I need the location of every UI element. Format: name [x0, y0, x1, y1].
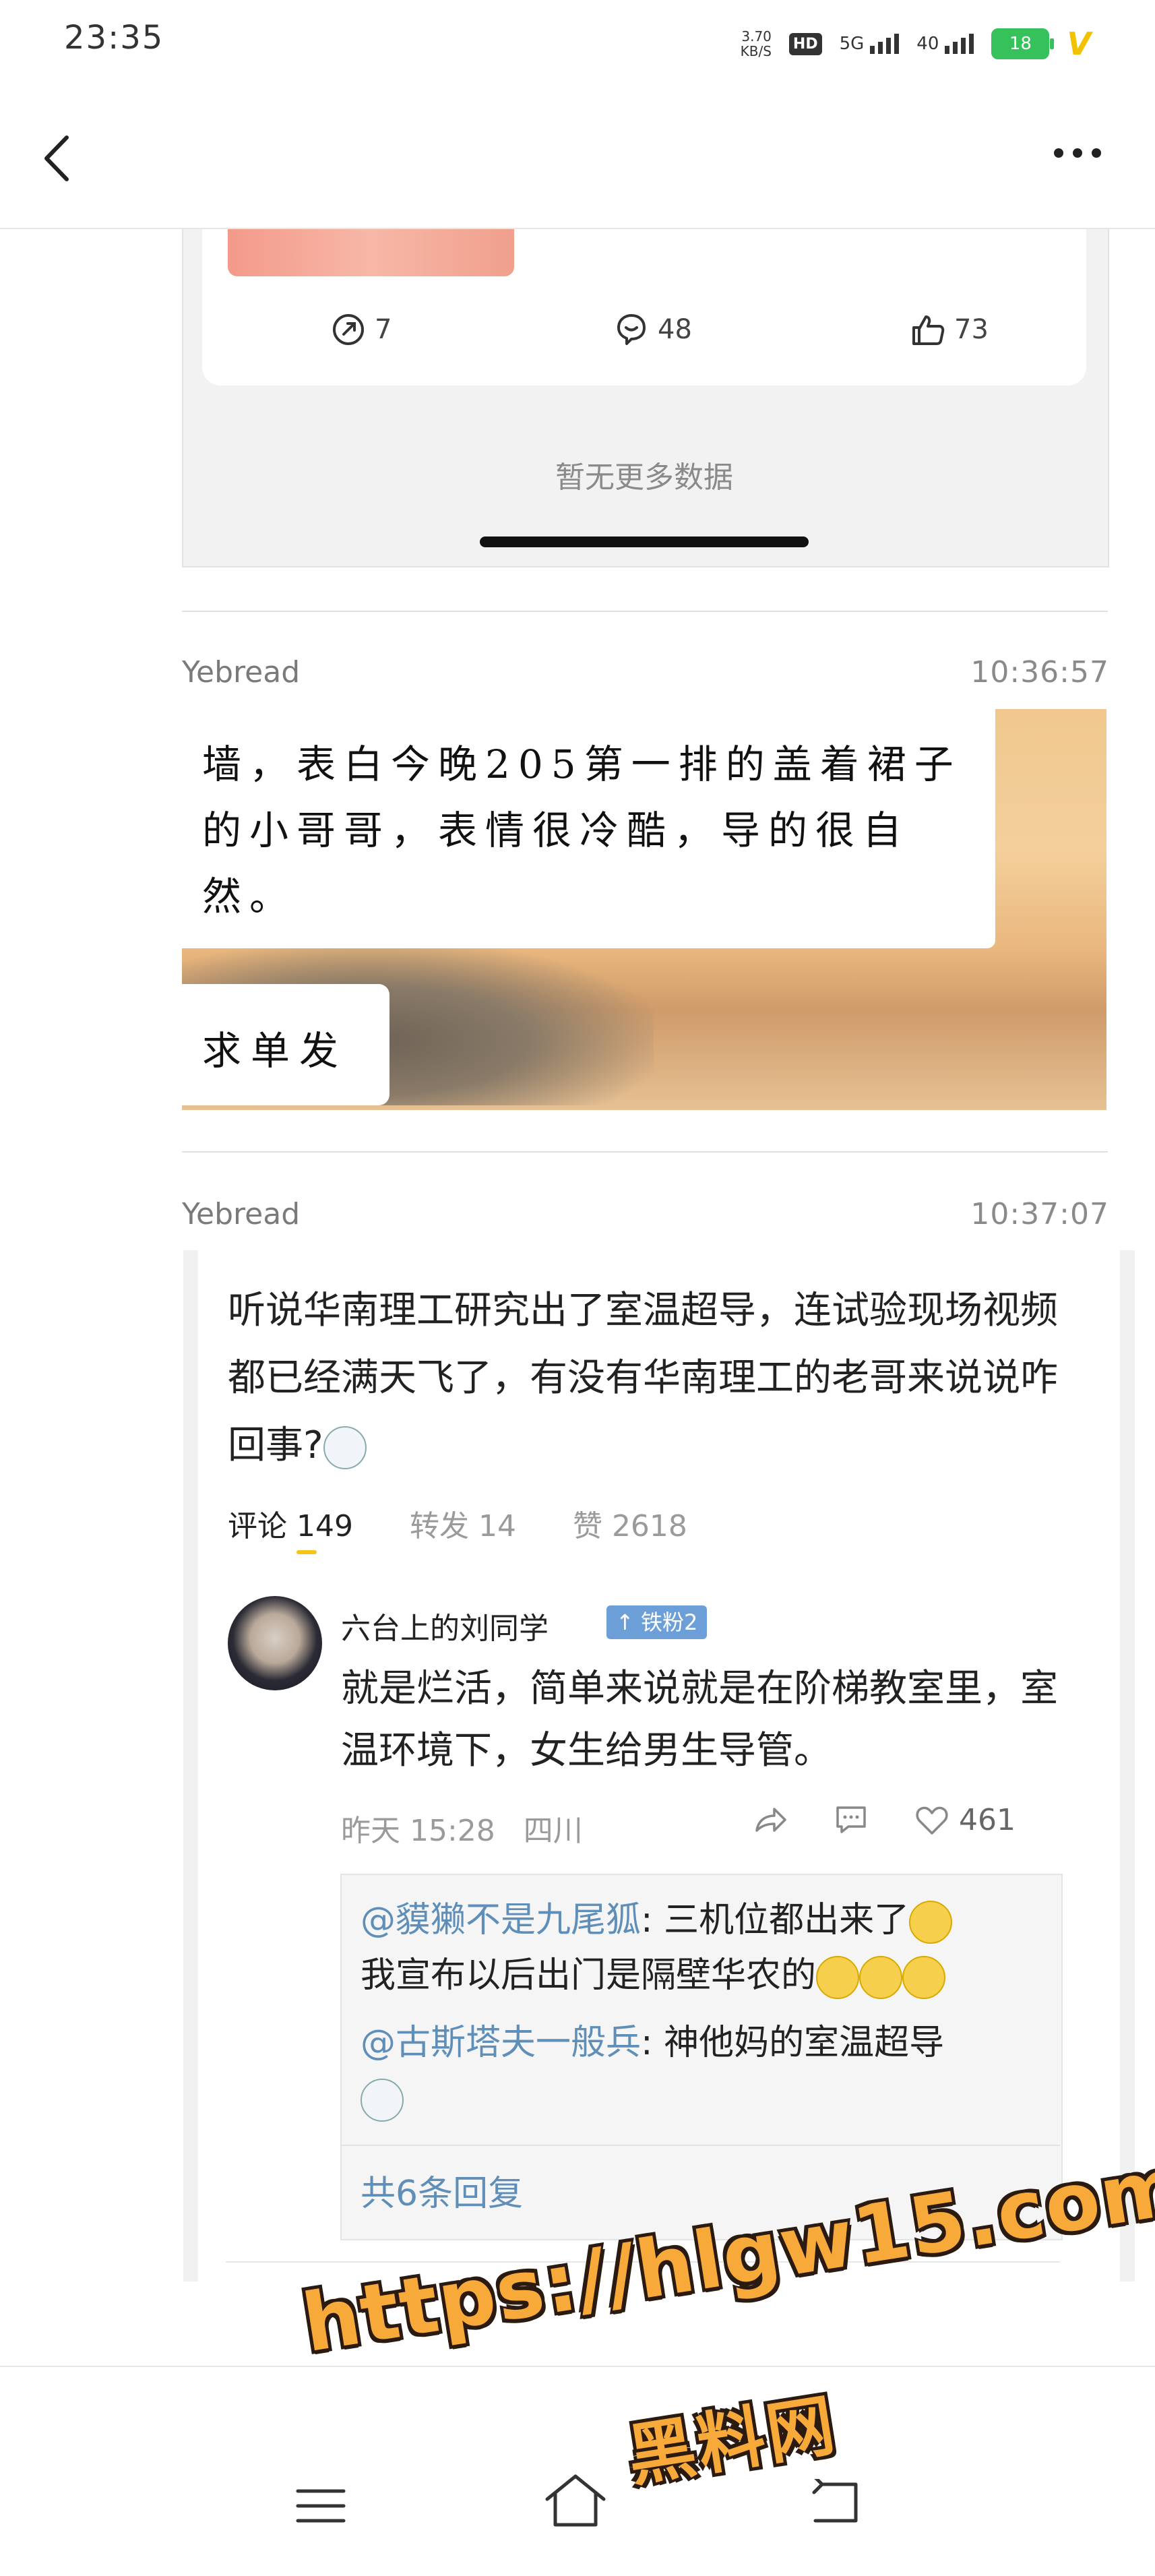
emoji-icon	[323, 1425, 367, 1469]
status-icons: 3.70 KB/S HD 5G 40 18 V	[741, 20, 1091, 67]
signal-4g-icon: 40	[916, 34, 974, 54]
reply-user[interactable]: @貘獭不是九尾狐	[361, 1900, 641, 1940]
arrow-up-icon: ↑	[616, 1609, 641, 1635]
signal-5g-icon: 5G	[840, 34, 900, 54]
v-logo-icon: V	[1067, 26, 1091, 62]
tab-comments[interactable]: 评论 149	[228, 1502, 353, 1545]
home-icon[interactable]	[543, 2472, 608, 2529]
back-arrow-icon[interactable]	[37, 128, 77, 189]
nav-divider	[0, 2366, 1155, 2367]
view-all-replies[interactable]: 共6条回复	[361, 2165, 523, 2215]
post-tabs: 评论 149 转发 14 赞 2618	[228, 1502, 687, 1545]
message-time: 10:37:07	[970, 1197, 1109, 1231]
nav-back-icon[interactable]	[809, 2479, 861, 2526]
cry-emoji-icon	[859, 1956, 903, 1999]
thumbs-up-icon	[912, 315, 945, 345]
status-time: 23:35	[64, 19, 164, 57]
repost-icon	[333, 314, 364, 345]
home-indicator	[480, 536, 809, 547]
comment-text: 就是烂活，简单来说就是在阶梯教室里，室温环境下，女生给男生导管。	[341, 1667, 1058, 1773]
comment-icon	[617, 314, 646, 345]
comment-meta: 昨天 15:28 四川	[341, 1814, 583, 1848]
note-text: 墙，表白今晚205第一排的盖着裙子的小哥哥，表情很冷酷，导的很自然。	[202, 741, 962, 919]
no-more-data-text: 暂无更多数据	[555, 460, 733, 495]
net-speed: 3.70 KB/S	[740, 28, 772, 59]
message-time: 10:36:57	[970, 655, 1109, 689]
more-menu-icon[interactable]	[1054, 148, 1101, 158]
cry-emoji-icon	[909, 1901, 953, 1944]
dog-emoji-icon	[361, 2079, 404, 2122]
tab-underline	[296, 1550, 317, 1554]
feed-thumbnail[interactable]	[228, 229, 514, 276]
like-button[interactable]: 461	[913, 1801, 1016, 1839]
message-divider	[182, 611, 1108, 612]
reply-user[interactable]: @古斯塔夫一般兵	[361, 2023, 641, 2063]
share-icon[interactable]	[751, 1801, 789, 1839]
battery-icon: 18	[991, 28, 1055, 59]
heart-icon	[916, 1806, 948, 1835]
cry-emoji-icon	[816, 1956, 860, 1999]
post-text: 听说华南理工研究出了室温超导，连试验现场视频都已经满天飞了，有没有华南理工的老哥…	[228, 1277, 1070, 1479]
message-sender: Yebread	[182, 655, 301, 689]
comment-user[interactable]: 六台上的刘同学	[341, 1604, 549, 1647]
comment-stat[interactable]: 48	[613, 311, 692, 348]
reply-item: @古斯塔夫一般兵: 神他妈的室温超导	[361, 2015, 1048, 2126]
menu-icon[interactable]	[295, 2487, 346, 2525]
like-stat[interactable]: 73	[910, 311, 989, 348]
avatar[interactable]	[228, 1596, 322, 1690]
repost-stat[interactable]: 7	[330, 311, 392, 348]
reply-icon[interactable]	[832, 1801, 870, 1839]
fan-badge: ↑ 铁粉2	[606, 1605, 708, 1639]
reply-divider	[342, 2145, 1060, 2146]
tab-likes[interactable]: 赞 2618	[573, 1502, 687, 1545]
hd-icon: HD	[788, 32, 822, 55]
comment-actions: 461	[751, 1801, 1016, 1839]
message-divider	[182, 1151, 1108, 1153]
note-text-small: 求单发	[202, 1028, 348, 1074]
tab-reposts[interactable]: 转发 14	[410, 1502, 516, 1545]
reply-item: @貘獭不是九尾狐: 三机位都出来了 我宣布以后出门是隔壁华农的	[361, 1893, 1048, 2003]
message-sender: Yebread	[182, 1197, 301, 1231]
cry-emoji-icon	[902, 1956, 946, 1999]
